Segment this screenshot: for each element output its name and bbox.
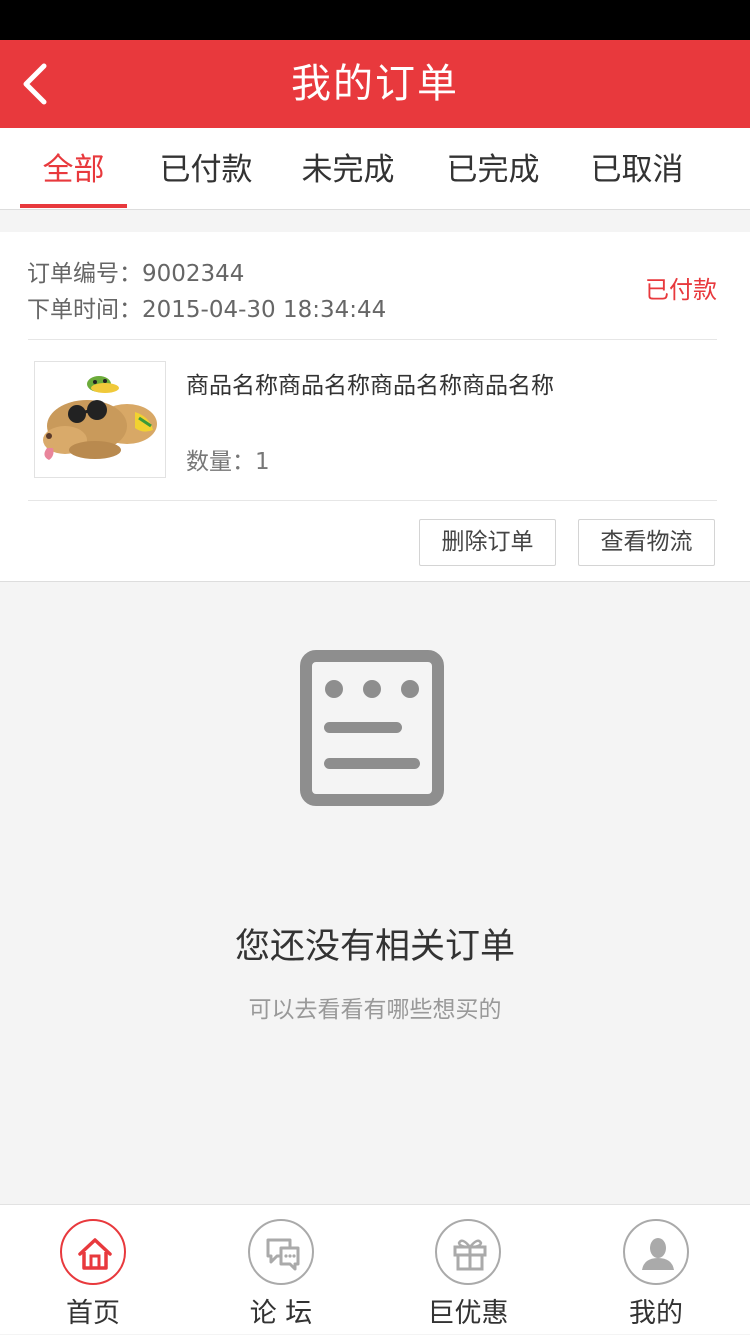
divider [28,500,717,501]
order-number: 订单编号：9002344 [27,254,244,288]
tab-paid[interactable]: 已付款 [148,128,264,210]
quantity-value: 1 [255,449,270,475]
tab-incomplete[interactable]: 未完成 [290,128,406,210]
gift-icon [435,1219,501,1285]
tabbar-deals[interactable]: 巨优惠 [393,1205,543,1335]
divider [28,339,717,340]
tabbar-profile[interactable]: 我的 [581,1205,731,1335]
view-logistics-button[interactable]: 查看物流 [578,519,715,566]
tabbar-label: 首页 [66,1298,120,1329]
status-bar [0,0,750,40]
tab-completed[interactable]: 已完成 [435,128,551,210]
tab-all[interactable]: 全部 [20,128,127,210]
order-number-label: 订单编号： [27,261,142,287]
order-time-label: 下单时间： [27,297,142,323]
bottom-tab-bar: 首页 论 坛 巨优惠 我的 [0,1204,750,1334]
empty-state-title: 您还没有相关订单 [234,927,515,967]
page-title: 我的订单 [291,61,459,107]
user-icon [623,1219,689,1285]
order-status-badge: 已付款 [645,276,717,304]
order-time: 下单时间：2015-04-30 18:34:44 [27,290,386,324]
home-icon [60,1219,126,1285]
chat-icon [248,1219,314,1285]
quantity-label: 数量： [186,449,255,475]
nav-bar: 我的订单 [0,40,750,128]
order-tabs: 全部 已付款 未完成 已完成 已取消 [0,128,750,210]
active-tab-indicator [20,204,127,208]
tabbar-forum[interactable]: 论 坛 [206,1205,356,1335]
product-thumbnail[interactable] [34,361,166,478]
tab-cancelled[interactable]: 已取消 [579,128,695,210]
product-quantity: 数量：1 [186,442,270,476]
plush-toy-image [43,376,157,460]
tabbar-home[interactable]: 首页 [18,1205,168,1335]
tabbar-label: 巨优惠 [427,1298,509,1329]
order-number-value: 9002344 [142,261,245,287]
tabbar-label: 论 坛 [249,1298,313,1329]
order-time-value: 2015-04-30 18:34:44 [142,297,387,323]
tabbar-label: 我的 [629,1298,683,1329]
order-card[interactable]: 订单编号：9002344 下单时间：2015-04-30 18:34:44 已付… [0,232,750,582]
product-name[interactable]: 商品名称商品名称商品名称商品名称 [186,366,554,400]
document-icon [300,650,444,806]
empty-state-subtitle: 可以去看看有哪些想买的 [248,997,502,1023]
delete-order-button[interactable]: 删除订单 [419,519,556,566]
